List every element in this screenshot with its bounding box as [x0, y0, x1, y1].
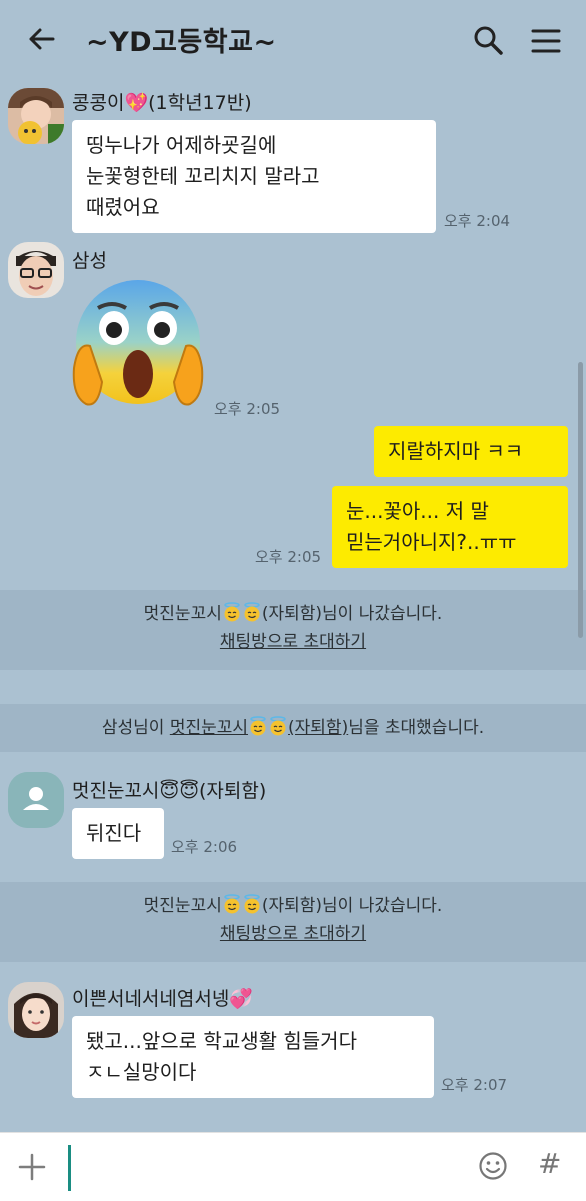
sender-name: 삼성	[72, 250, 107, 272]
my-message-bubble[interactable]: 지랄하지마 ㅋㅋ	[374, 426, 568, 477]
avatar[interactable]	[8, 242, 64, 298]
system-message: 멋진눈꼬시 (자퇴함)님이 나갔습니다. 채팅방으로 초대하기	[0, 882, 586, 962]
system-name: 멋진눈꼬시	[143, 896, 222, 916]
arrow-left-icon[interactable]	[26, 24, 56, 54]
system-message: 삼성님이 멋진눈꼬시 (자퇴함)님을 초대했습니다.	[0, 704, 586, 752]
plus-icon[interactable]	[18, 1153, 46, 1181]
avatar[interactable]	[8, 88, 64, 144]
system-name: 멋진눈꼬시	[169, 718, 249, 738]
system-message-text: 멋진눈꼬시 (자퇴함)님이 나갔습니다.	[0, 892, 586, 920]
message-input-bar: #	[0, 1132, 586, 1201]
halo-face-emoji-icon	[250, 716, 266, 736]
avatar[interactable]	[8, 772, 64, 828]
system-suffix: (자퇴함)님이 나갔습니다.	[261, 896, 443, 916]
invited-member-link[interactable]: 멋진눈꼬시 (자퇴함)	[169, 716, 349, 738]
message-bubble[interactable]: 됐고...앞으로 학교생활 힘들거다 ㅈㄴ실망이다	[72, 1016, 434, 1098]
message-time: 오후 2:04	[444, 212, 511, 230]
halo-face-emoji-icon	[244, 602, 260, 622]
message-time: 오후 2:05	[255, 548, 322, 566]
system-name-suffix: (자퇴함)	[288, 718, 349, 738]
hamburger-menu-icon[interactable]	[530, 26, 562, 56]
invite-link[interactable]: 채팅방으로 초대하기	[0, 628, 586, 656]
message-time: 오후 2:06	[171, 838, 238, 856]
hash-button[interactable]: #	[538, 1147, 561, 1180]
search-icon[interactable]	[472, 24, 504, 56]
message-bubble[interactable]: 띵누나가 어제하굣길에 눈꽃형한테 꼬리치지 말라고 때렸어요	[72, 120, 436, 233]
system-suffix: 님을 초대했습니다.	[348, 718, 485, 738]
chat-header: ~YD고등학교~	[0, 0, 586, 82]
message-bubble[interactable]: 뒤진다	[72, 808, 164, 859]
system-message-text: 멋진눈꼬시 (자퇴함)님이 나갔습니다.	[0, 600, 586, 628]
chat-title: ~YD고등학교~	[86, 27, 277, 58]
system-message: 멋진눈꼬시 (자퇴함)님이 나갔습니다. 채팅방으로 초대하기	[0, 590, 586, 670]
my-message-bubble[interactable]: 눈...꽃아... 저 말 믿는거아니지?..ㅠㅠ	[332, 486, 568, 568]
halo-face-emoji-icon	[270, 716, 286, 736]
avatar[interactable]	[8, 982, 64, 1038]
screaming-face-emoji[interactable]	[68, 272, 208, 412]
sender-name: 콩콩이💖(1학년17반)	[72, 92, 252, 114]
system-suffix: (자퇴함)님이 나갔습니다.	[261, 604, 443, 624]
halo-face-emoji-icon	[224, 894, 240, 914]
system-prefix: 삼성님이	[101, 718, 170, 738]
message-time: 오후 2:07	[441, 1076, 508, 1094]
sender-name: 이쁜서네서네염서넹💞	[72, 988, 253, 1010]
system-message-text: 삼성님이 멋진눈꼬시 (자퇴함)님을 초대했습니다.	[0, 714, 586, 742]
system-name: 멋진눈꼬시	[143, 604, 222, 624]
halo-face-emoji-icon	[244, 894, 260, 914]
halo-face-emoji-icon	[224, 602, 240, 622]
smiley-icon[interactable]	[478, 1151, 508, 1181]
message-time: 오후 2:05	[214, 400, 281, 418]
sender-name: 멋진눈꼬시😇😇(자퇴함)	[72, 780, 267, 802]
scrollbar[interactable]	[578, 362, 583, 638]
invite-link[interactable]: 채팅방으로 초대하기	[0, 920, 586, 948]
message-input[interactable]	[68, 1145, 71, 1191]
